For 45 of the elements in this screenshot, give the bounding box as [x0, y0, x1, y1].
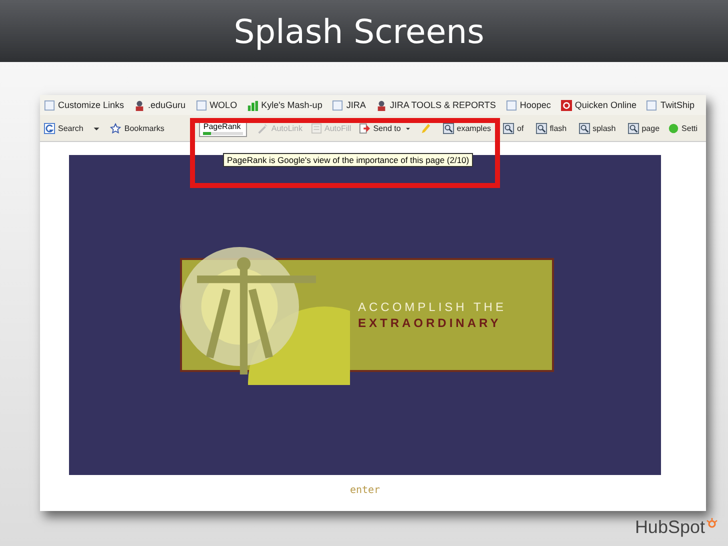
toolbar-button[interactable]: examples	[442, 122, 492, 134]
send-icon	[359, 122, 370, 134]
bookmark-link[interactable]: JIRA TOOLS & REPORTS	[376, 100, 496, 110]
person-icon	[134, 100, 146, 110]
highlighter-button[interactable]	[420, 122, 431, 134]
find-icon	[628, 122, 639, 134]
page-icon	[196, 100, 207, 110]
find-icon	[536, 122, 547, 134]
bookmark-link[interactable]: JIRA	[332, 100, 366, 110]
headline-text: ACCOMPLISH THE	[358, 300, 506, 314]
find-icon	[442, 122, 454, 134]
highlighter-icon	[420, 122, 431, 134]
toolbar-button[interactable]: splash	[578, 122, 616, 134]
wand-icon	[257, 122, 268, 134]
find-icon	[503, 122, 514, 134]
slide-title: Splash Screens	[234, 12, 484, 50]
bookmark-link[interactable]: Customize Links	[44, 100, 124, 110]
page-icon	[646, 100, 658, 110]
form-icon	[310, 122, 322, 134]
toolbar-button[interactable]: Bookmarks	[110, 122, 164, 134]
chart-icon	[247, 100, 258, 110]
bookmark-link[interactable]: WOLO	[196, 100, 238, 110]
person-icon	[376, 100, 387, 110]
toolbar-button[interactable]: Setti	[668, 122, 698, 134]
sprocket-icon	[706, 517, 718, 529]
bookmark-link[interactable]: .eduGuru	[134, 100, 186, 110]
toolbar-button[interactable]: flash	[536, 122, 567, 134]
page-icon	[44, 100, 55, 110]
toolbar-button[interactable]: of	[503, 122, 524, 134]
bookmark-link[interactable]: Kyle's Mash-up	[247, 100, 322, 110]
page-icon	[506, 100, 517, 110]
bookmark-link[interactable]: Hoopec	[506, 100, 551, 110]
logo: HubSpot	[634, 517, 718, 538]
toolbar-button[interactable]: Search	[44, 122, 84, 134]
star-icon	[110, 122, 122, 134]
bookmark-link[interactable]: Quicken Online	[560, 100, 636, 110]
find-icon	[578, 122, 590, 134]
page-icon	[332, 100, 344, 110]
search-logo-icon	[44, 122, 55, 134]
settings-icon	[668, 122, 679, 134]
headline-highlight: EXTRAORDINARY	[358, 316, 502, 330]
tooltip: PageRank is Google's view of the importance of this page (2/10)	[223, 153, 474, 167]
toolbar-button[interactable]: Send to	[359, 122, 412, 134]
toolbar-button[interactable]: page	[628, 122, 660, 134]
bookmark-link[interactable]: TwitShip	[646, 100, 694, 110]
